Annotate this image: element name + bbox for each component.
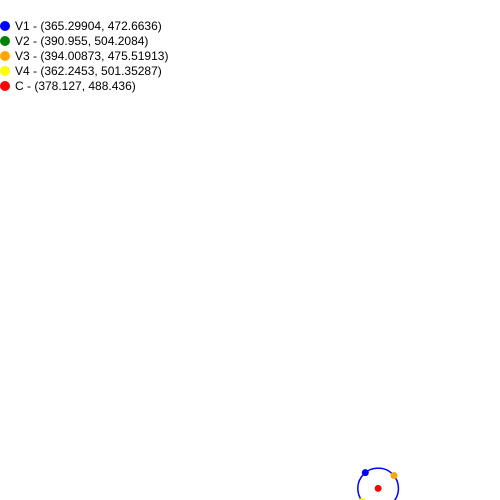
geometry-diagram [357,467,400,500]
point-c [374,484,382,492]
point-v3 [390,472,398,480]
point-v1 [361,469,369,477]
